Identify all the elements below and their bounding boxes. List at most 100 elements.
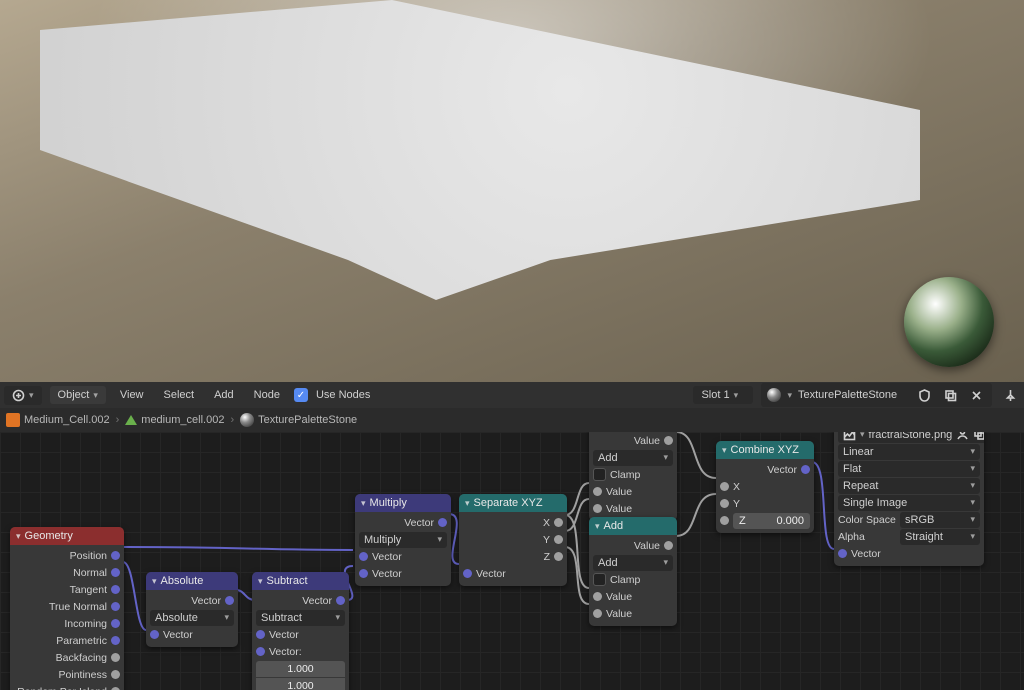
chevron-down-icon: ▾: [722, 445, 727, 456]
output-socket-vector[interactable]: [801, 465, 810, 474]
operation-dropdown[interactable]: Multiply▾: [359, 532, 447, 548]
pin-button[interactable]: [1000, 385, 1020, 405]
fake-user-button[interactable]: [914, 385, 934, 405]
operation-dropdown[interactable]: Add▾: [593, 555, 673, 571]
property-label: Color Space: [838, 514, 896, 526]
input-socket-value-b[interactable]: [593, 609, 602, 618]
source-dropdown[interactable]: Single Image▾: [838, 495, 980, 511]
image-icon: [843, 432, 856, 441]
material-datablock[interactable]: ▾ TexturePaletteStone: [761, 383, 992, 407]
use-nodes-checkbox[interactable]: ✓: [294, 388, 308, 402]
vector-y-field[interactable]: 1.000: [256, 678, 345, 690]
input-socket-value-b[interactable]: [593, 504, 602, 513]
output-socket-position[interactable]: [111, 551, 120, 560]
node-title: Add: [604, 520, 624, 532]
vector-x-field[interactable]: 1.000: [256, 661, 345, 677]
socket-label: Vector: [256, 595, 332, 607]
output-socket-pointiness[interactable]: [111, 670, 120, 679]
chevron-right-icon: ›: [116, 414, 120, 426]
bc-object[interactable]: Medium_Cell.002: [24, 414, 110, 426]
input-socket-value-a[interactable]: [593, 592, 602, 601]
datablock-path: Medium_Cell.002 › medium_cell.002 › Text…: [0, 408, 1024, 432]
menu-select[interactable]: Select: [158, 386, 201, 404]
clamp-label: Clamp: [610, 469, 673, 481]
node-combine-xyz[interactable]: ▾Combine XYZ Vector X Y Z0.000: [716, 441, 814, 533]
node-multiply[interactable]: ▾Multiply Vector Multiply▾ Vector Vector: [355, 494, 451, 586]
interpolation-dropdown[interactable]: Linear▾: [838, 444, 980, 460]
interaction-mode-dropdown[interactable]: Object ▾: [50, 386, 106, 404]
input-socket-vector-b[interactable]: [359, 569, 368, 578]
node-image-texture[interactable]: Alpha ▾ fractralStone.png Linear▾ Flat▾ …: [834, 432, 984, 566]
node-separate-xyz[interactable]: ▾Separate XYZ X Y Z Vector: [459, 494, 567, 586]
menu-add[interactable]: Add: [208, 386, 240, 404]
chevron-down-icon: ▾: [16, 531, 21, 542]
clamp-checkbox[interactable]: [593, 468, 606, 481]
alpha-mode-dropdown[interactable]: Straight▾: [900, 529, 980, 545]
output-socket-value[interactable]: [664, 541, 673, 550]
projection-dropdown[interactable]: Flat▾: [838, 461, 980, 477]
new-material-button[interactable]: [940, 385, 960, 405]
output-socket-parametric[interactable]: [111, 636, 120, 645]
shield-icon: [918, 389, 931, 402]
output-socket-incoming[interactable]: [111, 619, 120, 628]
output-socket-normal[interactable]: [111, 568, 120, 577]
input-socket-value-a[interactable]: [593, 487, 602, 496]
hdri-preview-sphere: [904, 277, 994, 367]
menu-view[interactable]: View: [114, 386, 150, 404]
output-socket-value[interactable]: [664, 436, 673, 445]
unlink-material-button[interactable]: [966, 385, 986, 405]
node-subtract[interactable]: ▾Subtract Vector Subtract▾ Vector Vector…: [252, 572, 349, 690]
socket-label: Backfacing: [14, 652, 107, 664]
bc-material[interactable]: TexturePaletteStone: [258, 414, 357, 426]
node-graph-area[interactable]: ▾Geometry Position Normal Tangent True N…: [0, 432, 1024, 690]
socket-label: True Normal: [14, 601, 107, 613]
clamp-checkbox[interactable]: [593, 573, 606, 586]
input-socket-vector[interactable]: [463, 569, 472, 578]
output-socket-vector[interactable]: [225, 596, 234, 605]
output-socket-z[interactable]: [554, 552, 563, 561]
bc-mesh[interactable]: medium_cell.002: [141, 414, 224, 426]
output-socket-true-normal[interactable]: [111, 602, 120, 611]
socket-label: Y: [733, 498, 810, 510]
operation-dropdown[interactable]: Add▾: [593, 450, 673, 466]
operation-dropdown[interactable]: Subtract▾: [256, 610, 345, 626]
input-socket-vector[interactable]: [150, 630, 159, 639]
chevron-down-icon: ▾: [465, 498, 470, 509]
input-socket-vector-b[interactable]: [256, 647, 265, 656]
socket-label: Incoming: [14, 618, 107, 630]
material-preview-icon: [767, 388, 781, 402]
input-socket-x[interactable]: [720, 482, 729, 491]
editor-type-dropdown[interactable]: ▾: [4, 386, 42, 405]
socket-label: Random Per Island: [14, 686, 107, 690]
operation-dropdown[interactable]: Absolute▾: [150, 610, 234, 626]
node-math-add-1[interactable]: ▾Add Value Add▾ Clamp Value Value: [589, 432, 677, 521]
image-datablock[interactable]: ▾ fractralStone.png: [838, 432, 984, 443]
viewport-3d[interactable]: [0, 0, 1024, 382]
colorspace-dropdown[interactable]: sRGB▾: [900, 512, 980, 528]
users-icon: [956, 432, 969, 441]
material-slot-dropdown[interactable]: Slot 1 ▾: [693, 386, 753, 404]
socket-label: Vector: [720, 464, 797, 476]
output-socket-backfacing[interactable]: [111, 653, 120, 662]
use-nodes-label: Use Nodes: [316, 389, 370, 401]
input-socket-y[interactable]: [720, 499, 729, 508]
input-socket-z[interactable]: [720, 516, 729, 525]
output-socket-tangent[interactable]: [111, 585, 120, 594]
node-geometry[interactable]: ▾Geometry Position Normal Tangent True N…: [10, 527, 124, 690]
output-socket-x[interactable]: [554, 518, 563, 527]
output-socket-y[interactable]: [554, 535, 563, 544]
output-socket-vector[interactable]: [438, 518, 447, 527]
socket-label: Normal: [14, 567, 107, 579]
input-socket-vector[interactable]: [838, 549, 847, 558]
material-name-field[interactable]: TexturePaletteStone: [798, 389, 908, 401]
node-absolute[interactable]: ▾Absolute Vector Absolute▾ Vector: [146, 572, 238, 647]
input-socket-vector-a[interactable]: [359, 552, 368, 561]
menu-node[interactable]: Node: [248, 386, 286, 404]
z-value-field[interactable]: Z0.000: [733, 513, 810, 529]
socket-label: Value: [593, 435, 660, 447]
extension-dropdown[interactable]: Repeat▾: [838, 478, 980, 494]
socket-label: Y: [463, 534, 550, 546]
output-socket-vector[interactable]: [336, 596, 345, 605]
node-math-add-2[interactable]: ▾Add Value Add▾ Clamp Value Value: [589, 517, 677, 626]
input-socket-vector-a[interactable]: [256, 630, 265, 639]
